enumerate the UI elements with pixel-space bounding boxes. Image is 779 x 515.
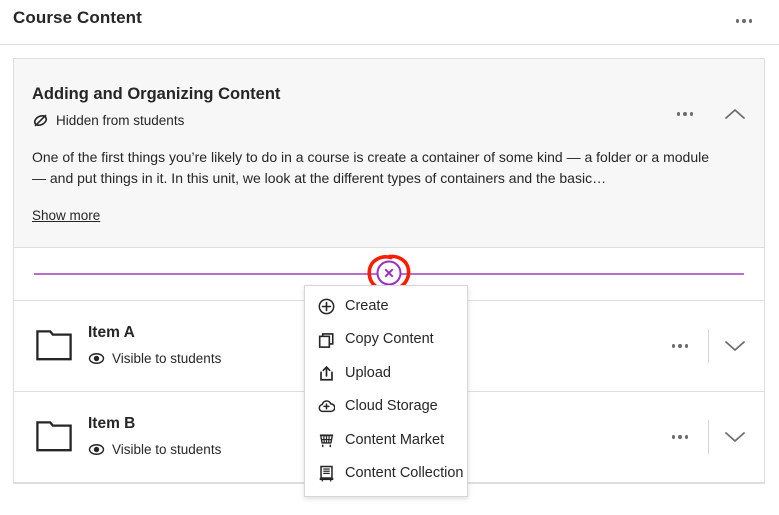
ellipsis-icon bbox=[748, 19, 753, 23]
ellipsis-icon bbox=[689, 112, 694, 116]
ellipsis-icon bbox=[684, 344, 689, 348]
menu-item-label: Content Market bbox=[345, 431, 445, 448]
content-item-name: Item B bbox=[88, 415, 136, 433]
menu-item-upload[interactable]: Upload bbox=[305, 357, 467, 390]
ellipsis-icon bbox=[684, 435, 689, 439]
content-item-name: Item A bbox=[88, 324, 135, 342]
ellipsis-icon bbox=[735, 19, 740, 23]
menu-item-content-collection[interactable]: Content Collection bbox=[305, 457, 467, 490]
module-visibility-label: Hidden from students bbox=[56, 112, 185, 128]
content-item-text: Item B Visible to students bbox=[88, 415, 221, 458]
content-collection-icon bbox=[318, 465, 335, 482]
upload-icon bbox=[318, 365, 335, 382]
ellipsis-icon bbox=[742, 19, 746, 23]
eye-visible-icon bbox=[88, 441, 105, 458]
content-item-visibility-label: Visible to students bbox=[112, 351, 222, 367]
add-content-button[interactable] bbox=[376, 260, 402, 286]
module-header-controls bbox=[672, 104, 746, 124]
ellipsis-icon bbox=[678, 344, 682, 348]
ellipsis-icon bbox=[678, 435, 682, 439]
ellipsis-icon bbox=[683, 112, 687, 116]
chevron-down-icon bbox=[725, 431, 745, 442]
content-item-visibility: Visible to students bbox=[88, 350, 221, 367]
show-more-link[interactable]: Show more bbox=[32, 208, 100, 223]
menu-item-create[interactable]: Create bbox=[305, 290, 467, 323]
content-item-visibility-label: Visible to students bbox=[112, 442, 222, 458]
menu-item-label: Cloud Storage bbox=[345, 398, 438, 415]
content-item-more-button[interactable] bbox=[667, 336, 693, 356]
hidden-eye-slash-icon bbox=[32, 112, 49, 129]
page-header: Course Content bbox=[0, 0, 779, 45]
control-divider bbox=[708, 328, 709, 363]
content-item-expand-button[interactable] bbox=[724, 339, 746, 353]
content-item-text: Item A Visible to students bbox=[88, 324, 221, 367]
folder-icon bbox=[35, 329, 73, 363]
ellipsis-icon bbox=[676, 112, 681, 116]
content-item-more-button[interactable] bbox=[667, 427, 693, 447]
plus-circle-icon bbox=[318, 298, 335, 315]
menu-item-label: Create bbox=[345, 298, 389, 314]
close-x-circle-icon bbox=[384, 268, 394, 277]
menu-item-label: Upload bbox=[345, 364, 391, 381]
menu-item-content-market[interactable]: Content Market bbox=[305, 424, 467, 457]
module-header: Adding and Organizing Content Hidden fro… bbox=[14, 59, 764, 248]
menu-item-cloud-storage[interactable]: Cloud Storage bbox=[305, 390, 467, 423]
folder-icon bbox=[35, 420, 73, 454]
page-title: Course Content bbox=[13, 8, 142, 27]
menu-item-label: Copy Content bbox=[345, 331, 434, 348]
menu-item-label: Content Collection bbox=[345, 464, 464, 481]
module-title: Adding and Organizing Content bbox=[32, 85, 281, 103]
content-item-controls bbox=[667, 419, 746, 454]
ellipsis-icon bbox=[671, 344, 676, 348]
copy-icon bbox=[318, 332, 335, 349]
add-content-menu: Create Copy Content Upload Cloud Storage… bbox=[304, 285, 468, 498]
eye-visible-icon bbox=[88, 350, 105, 367]
content-item-controls bbox=[667, 328, 746, 363]
cloud-plus-icon bbox=[318, 398, 335, 415]
ellipsis-icon bbox=[671, 435, 676, 439]
module-description: One of the first things you’re likely to… bbox=[32, 148, 710, 186]
module-visibility-status: Hidden from students bbox=[32, 112, 746, 129]
page-header-more-button[interactable] bbox=[731, 11, 757, 31]
chevron-up-icon bbox=[725, 109, 745, 119]
chevron-down-icon bbox=[725, 340, 745, 351]
module-collapse-button[interactable] bbox=[724, 107, 746, 121]
control-divider bbox=[708, 419, 709, 454]
module-more-button[interactable] bbox=[672, 104, 698, 124]
menu-item-copy-content[interactable]: Copy Content bbox=[305, 323, 467, 356]
shopping-cart-icon bbox=[318, 432, 335, 449]
content-item-expand-button[interactable] bbox=[724, 430, 746, 444]
content-item-visibility: Visible to students bbox=[88, 441, 221, 458]
